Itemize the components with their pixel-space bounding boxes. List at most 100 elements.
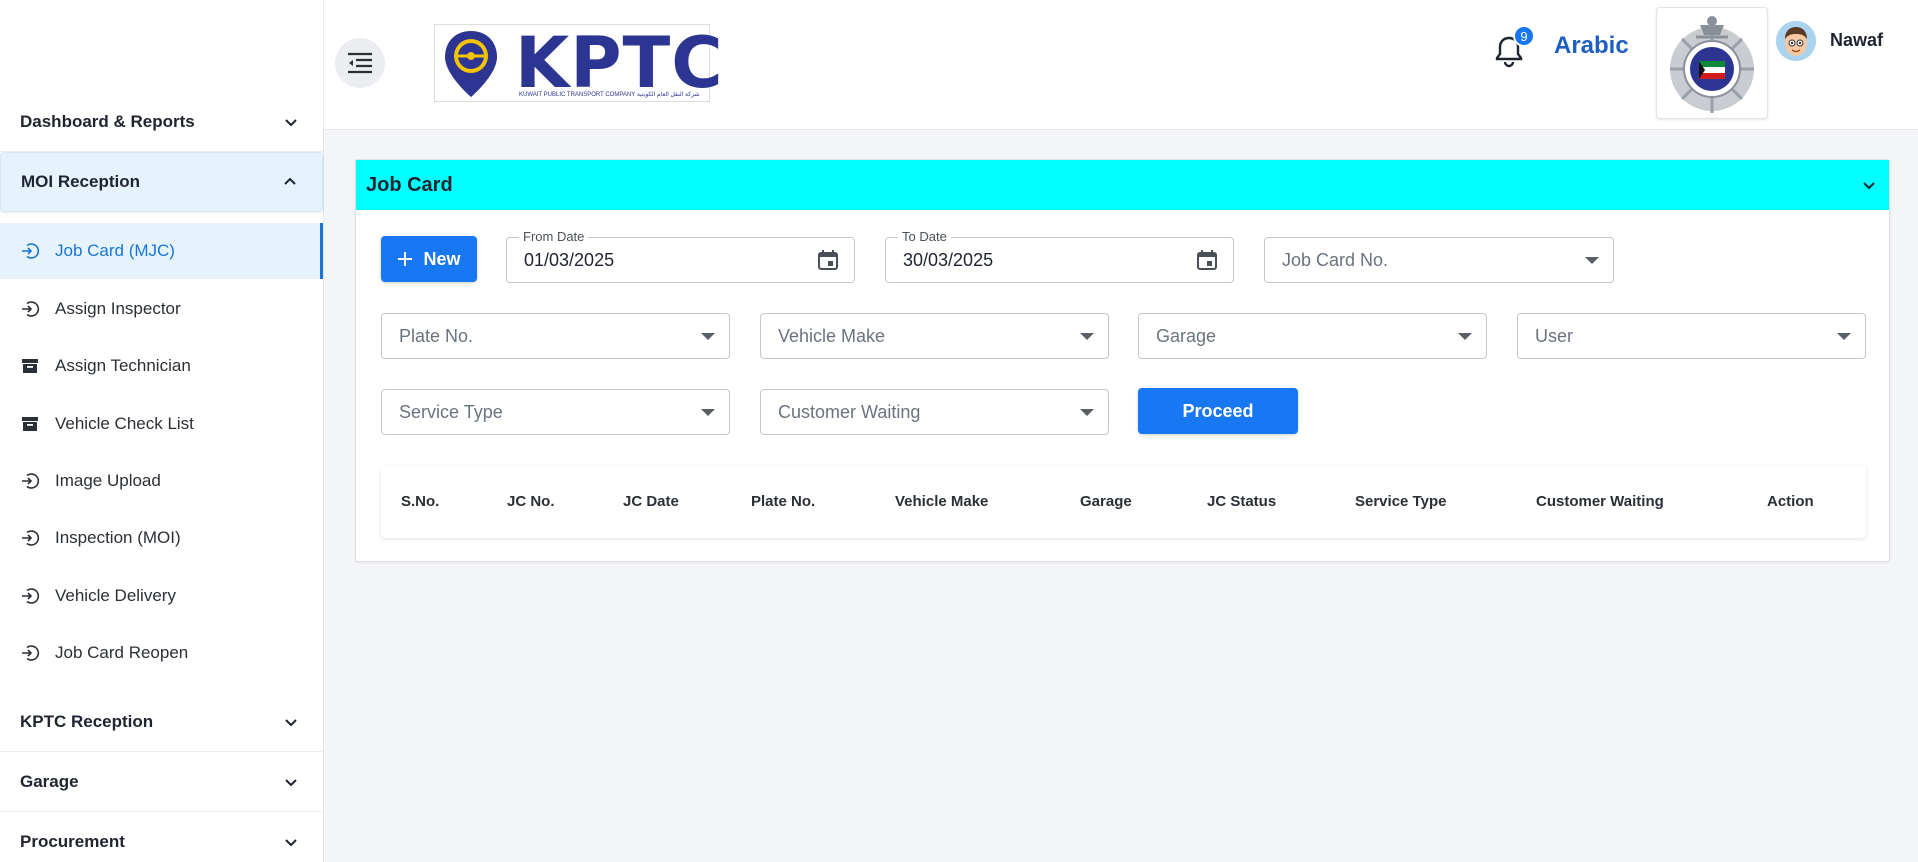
calendar-icon[interactable] [816,248,840,272]
plus-icon [398,252,413,266]
logo-text: KPTC [515,22,724,104]
table-header-cell: Service Type [1355,493,1447,510]
plate-no-select[interactable]: Plate No. [381,313,730,359]
sidebar-section-dashboard-reports[interactable]: Dashboard & Reports [0,92,323,152]
sidebar: Dashboard & Reports MOI Reception Job Ca… [0,0,324,862]
sidebar-item-label: Vehicle Check List [55,414,194,433]
table-header-cell: Garage [1080,493,1132,510]
table-header-cell: Action [1767,493,1814,510]
job-card-no-select[interactable]: Job Card No. [1264,237,1614,283]
login-arrow-icon [20,241,40,261]
table-header-cell: Customer Waiting [1536,493,1664,510]
vehicle-make-select[interactable]: Vehicle Make [760,313,1109,359]
user-name: Nawaf [1830,30,1884,50]
sidebar-item-assign-technician[interactable]: Assign Technician [0,338,323,394]
chevron-up-icon [284,177,296,185]
plate-no-placeholder: Plate No. [399,325,474,346]
menu-collapse-icon [348,52,372,74]
caret-down-icon [1458,332,1472,340]
sidebar-section-kptc-reception[interactable]: KPTC Reception [0,692,323,752]
location-pin-icon [445,31,497,97]
service-type-placeholder: Service Type [399,401,503,422]
police-emblem-icon [1670,16,1754,113]
login-arrow-icon [20,586,40,606]
login-arrow-icon [20,471,40,491]
vehicle-make-placeholder: Vehicle Make [778,325,886,346]
table-header-cell: JC No. [507,493,555,510]
chevron-down-icon [285,118,297,126]
sidebar-section-label: MOI Reception [21,172,141,191]
job-card-panel: Job Card New From Date 01/03/2025 To Dat… [355,159,1890,562]
service-type-select[interactable]: Service Type [381,389,730,435]
chevron-down-icon [1863,182,1875,190]
table-header-cell: Plate No. [751,493,816,510]
new-button-label: New [423,248,461,269]
to-date-value: 30/03/2025 [903,249,994,270]
archive-box-icon [20,414,40,434]
user-placeholder: User [1535,325,1574,346]
job-card-no-placeholder: Job Card No. [1282,249,1389,270]
login-arrow-icon [20,299,40,319]
table-header-cell: JC Date [623,493,679,510]
archive-box-icon [20,356,40,376]
avatar[interactable] [1776,21,1816,61]
sidebar-item-job-card-reopen[interactable]: Job Card Reopen [0,625,323,681]
kuwait-police-emblem [1656,7,1768,119]
sidebar-item-assign-inspector[interactable]: Assign Inspector [0,281,323,337]
sidebar-section-procurement[interactable]: Procurement [0,812,323,862]
caret-down-icon [1585,256,1599,264]
garage-placeholder: Garage [1156,325,1217,346]
customer-waiting-select[interactable]: Customer Waiting [760,389,1109,435]
from-date-field[interactable]: From Date 01/03/2025 [506,229,855,283]
sidebar-item-vehicle-delivery[interactable]: Vehicle Delivery [0,568,323,624]
to-date-label: To Date [898,229,951,245]
sidebar-section-garage[interactable]: Garage [0,752,323,812]
user-avatar-icon [1776,21,1816,61]
job-card-panel-header[interactable]: Job Card [356,160,1889,210]
logo-subtitle: KUWAIT PUBLIC TRANSPORT COMPANY شركة الن… [519,92,700,98]
user-select[interactable]: User [1517,313,1866,359]
sidebar-item-label: Assign Inspector [55,299,181,318]
sidebar-item-label: Inspection (MOI) [55,528,181,547]
sidebar-item-job-card-mjc[interactable]: Job Card (MJC) [0,223,323,279]
sidebar-section-label: KPTC Reception [20,711,154,731]
sidebar-item-label: Vehicle Delivery [55,586,176,605]
caret-down-icon [1080,332,1094,340]
sidebar-item-inspection-moi[interactable]: Inspection (MOI) [0,510,323,566]
page-title: Job Card [366,173,453,196]
from-date-value: 01/03/2025 [524,249,615,270]
language-toggle[interactable]: Arabic [1554,32,1629,60]
sidebar-item-label: Image Upload [55,471,161,490]
login-arrow-icon [20,528,40,548]
sidebar-item-vehicle-check-list[interactable]: Vehicle Check List [0,396,323,452]
customer-waiting-placeholder: Customer Waiting [778,401,921,422]
table-header-cell: S.No. [401,493,440,510]
sidebar-section-moi-reception[interactable]: MOI Reception [0,152,323,212]
kptc-logo: KPTC KUWAIT PUBLIC TRANSPORT COMPANY شرك… [434,24,723,102]
caret-down-icon [1080,408,1094,416]
sidebar-item-label: Job Card (MJC) [55,241,175,260]
sidebar-item-label: Job Card Reopen [55,643,189,662]
chevron-down-icon [285,838,297,846]
caret-down-icon [1837,332,1851,340]
to-date-field[interactable]: To Date 30/03/2025 [885,229,1234,283]
sidebar-item-label: Assign Technician [55,356,191,375]
garage-select[interactable]: Garage [1138,313,1487,359]
job-card-table: S.No. JC No. JC Date Plate No. Vehicle M… [381,466,1866,538]
from-date-label: From Date [519,229,589,245]
sidebar-item-image-upload[interactable]: Image Upload [0,453,323,509]
proceed-button[interactable]: Proceed [1138,388,1298,434]
sidebar-section-label: Garage [20,771,79,791]
table-header-cell: Vehicle Make [895,493,989,510]
notification-badge: 9 [1513,25,1535,47]
table-header-cell: JC Status [1207,493,1277,510]
caret-down-icon [701,332,715,340]
login-arrow-icon [20,643,40,663]
sidebar-section-label: Dashboard & Reports [20,111,195,131]
top-header: KPTC KUWAIT PUBLIC TRANSPORT COMPANY شرك… [324,0,1918,130]
caret-down-icon [701,408,715,416]
calendar-icon[interactable] [1195,248,1219,272]
menu-toggle-button[interactable] [335,38,385,88]
chevron-down-icon [285,778,297,786]
new-job-card-button[interactable]: New [381,236,477,282]
